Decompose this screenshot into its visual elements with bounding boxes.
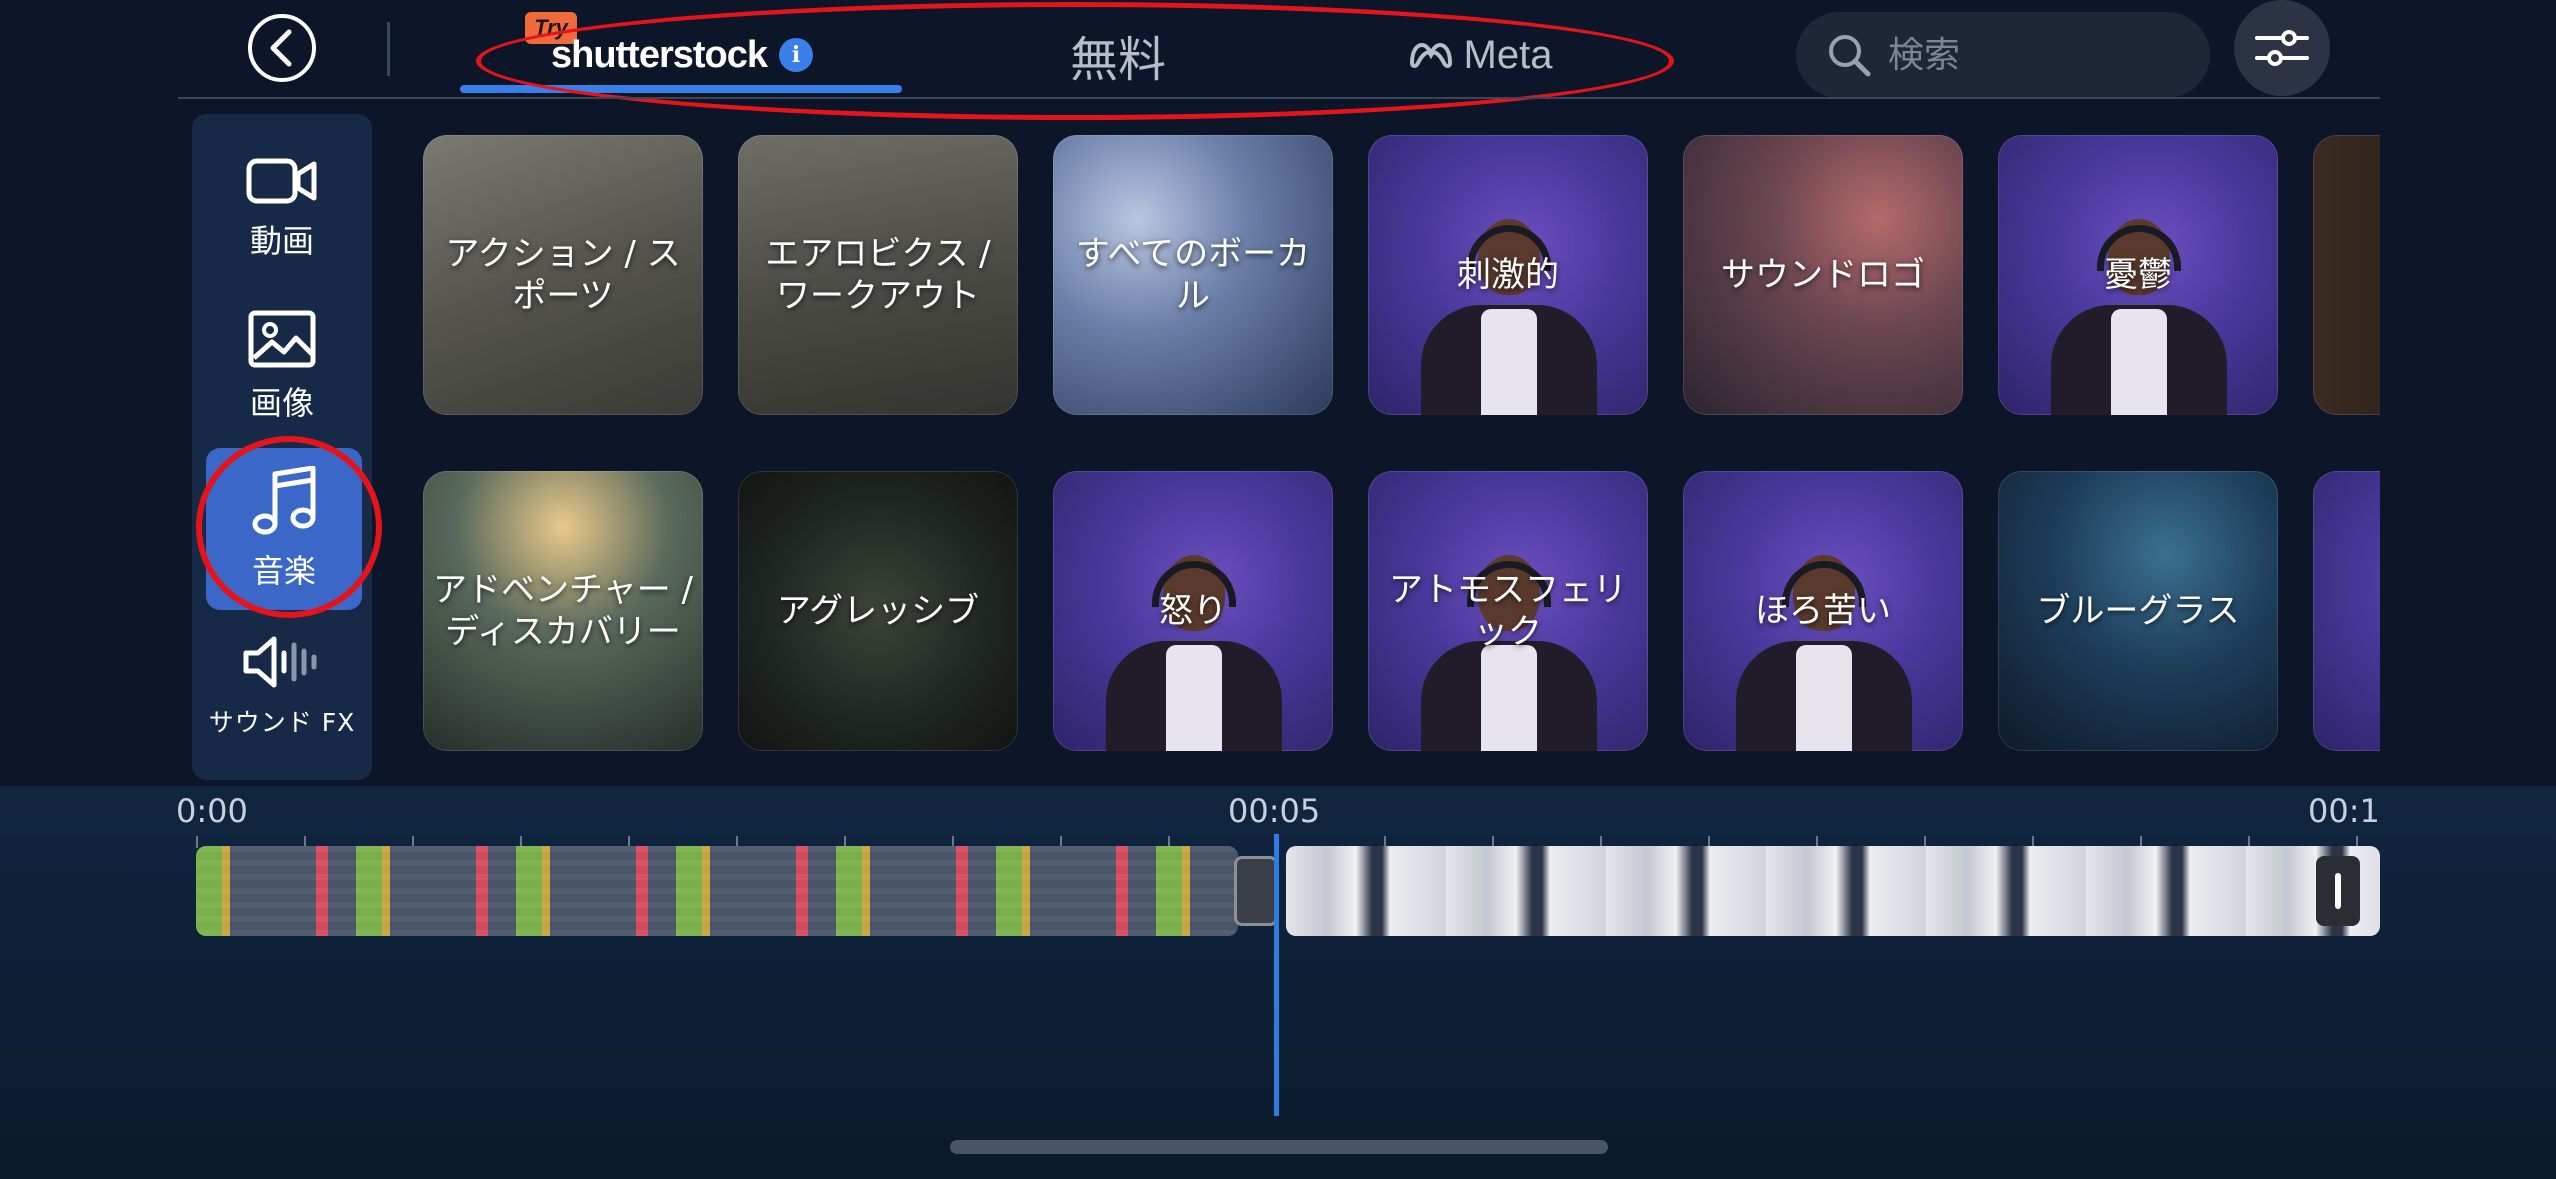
sidebar-item-video[interactable]: 動画: [192, 134, 372, 284]
home-indicator: [950, 1140, 1608, 1154]
sidebar-item-label: サウンド FX: [208, 708, 356, 737]
category-tile-label: 憂鬱: [2104, 255, 2172, 295]
sidebar-item-label: 画像: [249, 384, 314, 422]
clip-thumbnail-strip: [196, 846, 1238, 936]
category-tile[interactable]: すべてのボーカル: [1053, 135, 1333, 415]
person-with-headphones-image: [2043, 185, 2233, 415]
category-tile[interactable]: 憂鬱: [1998, 135, 2278, 415]
sidebar-item-sound-fx[interactable]: サウンド FX: [192, 612, 372, 762]
speaker-waveform-icon: [243, 636, 317, 688]
category-tile[interactable]: アトモスフェリック: [1368, 471, 1648, 751]
filter-button[interactable]: [2234, 0, 2330, 96]
category-tile[interactable]: サウンドロゴ: [1683, 135, 1963, 415]
category-tile[interactable]: アグレッシブ: [738, 471, 1018, 751]
annotation-circle: [196, 436, 382, 618]
category-tile-label: 刺激的: [1457, 255, 1559, 295]
category-tile-label: ほろ苦い: [1755, 591, 1891, 631]
category-tile[interactable]: アドベンチャー / ディスカバリー: [423, 471, 703, 751]
header-bottom-line: [178, 97, 2380, 99]
timeline-time-end: 00:1: [2308, 792, 2380, 830]
timeline-time-start: 0:00: [176, 792, 248, 830]
category-tile[interactable]: [2313, 471, 2380, 751]
category-tile[interactable]: エアロビクス / ワークアウト: [738, 135, 1018, 415]
category-tile-label: すべてのボーカル: [1075, 234, 1311, 316]
category-tile[interactable]: ブルーグラス: [1998, 471, 2278, 751]
sidebar-item-image[interactable]: 画像: [192, 292, 372, 442]
image-icon: [248, 310, 316, 368]
person-with-headphones-image: [1413, 185, 1603, 415]
category-tile-label: アクション / スポーツ: [445, 234, 681, 316]
person-with-headphones-image: [1728, 521, 1918, 751]
search-icon: [1829, 35, 1871, 77]
category-tile-label: アグレッシブ: [776, 591, 980, 631]
sliders-icon: [2255, 30, 2309, 66]
video-clip-2[interactable]: [1286, 846, 2380, 936]
person-with-headphones-image: [1098, 521, 1288, 751]
category-tile[interactable]: [2313, 135, 2380, 415]
annotation-ellipse: [476, 2, 1674, 120]
category-tile[interactable]: ほろ苦い: [1683, 471, 1963, 751]
category-tile-label: エアロビクス / ワークアウト: [765, 234, 991, 316]
category-tile[interactable]: アクション / スポーツ: [423, 135, 703, 415]
music-library-screen: Try shutterstock i 無料 Meta 検索 動画 画像 音楽 サ…: [0, 0, 2556, 1179]
sidebar-item-label: 動画: [249, 222, 314, 260]
category-tile-label: 怒り: [1159, 591, 1227, 631]
back-button[interactable]: [248, 14, 316, 82]
category-tile[interactable]: 怒り: [1053, 471, 1333, 751]
playhead[interactable]: [1274, 834, 1279, 1116]
header-divider: [387, 22, 390, 76]
category-grid: アクション / スポーツ エアロビクス / ワークアウト すべてのボーカル 刺激…: [420, 130, 2380, 766]
category-tile-label: サウンドロゴ: [1721, 255, 1925, 295]
category-tile-label: アトモスフェリック: [1389, 570, 1627, 652]
video-clip-1[interactable]: [196, 846, 1238, 936]
category-tile-label: ブルーグラス: [2036, 591, 2240, 631]
category-tile-label: アドベンチャー / ディスカバリー: [433, 570, 693, 652]
category-tile[interactable]: 刺激的: [1368, 135, 1648, 415]
video-camera-icon: [246, 158, 317, 204]
search-bar[interactable]: [1796, 12, 2210, 98]
clip-trim-handle[interactable]: [2316, 856, 2360, 926]
search-input[interactable]: [1888, 34, 2188, 76]
clip-transition-handle[interactable]: [1234, 856, 1278, 926]
timeline-time-mid: 00:05: [1228, 792, 1321, 830]
chevron-left-icon: [270, 29, 292, 67]
